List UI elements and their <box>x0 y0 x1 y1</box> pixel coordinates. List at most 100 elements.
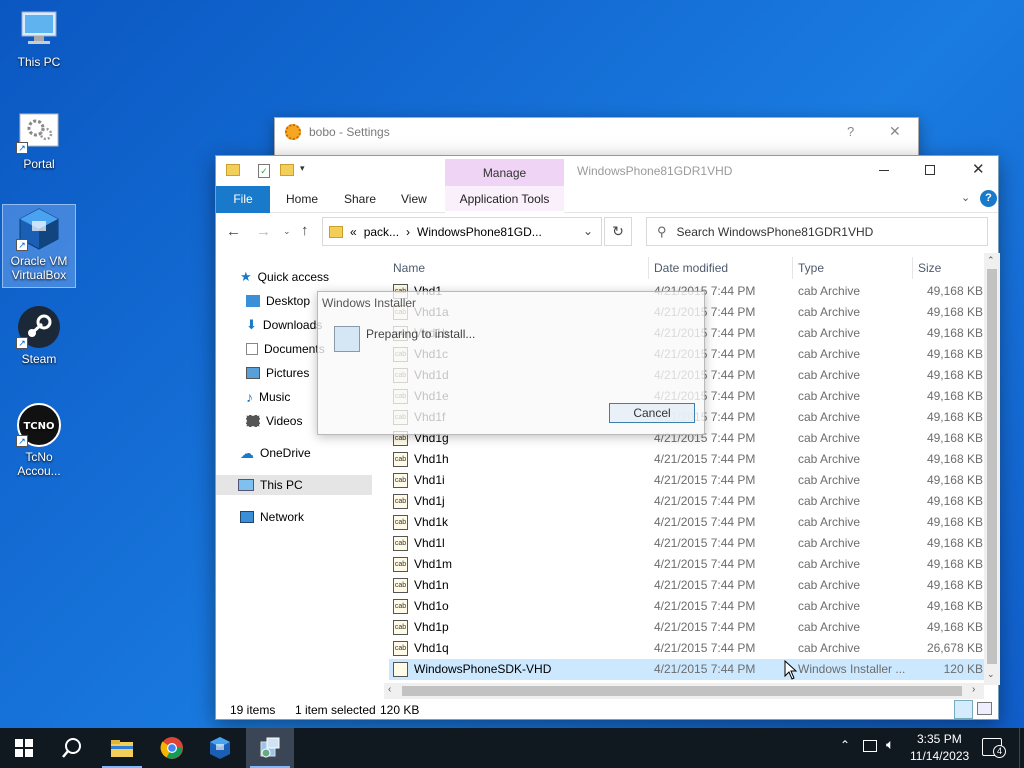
clock-date[interactable]: 11/14/2023 <box>910 749 969 763</box>
taskbar-windows-installer[interactable] <box>246 728 294 768</box>
new-folder-icon[interactable] <box>280 164 294 176</box>
desktop-icon-virtualbox[interactable]: ↗ Oracle VM VirtualBox <box>2 204 76 288</box>
properties-icon[interactable]: ✓ <box>258 164 270 178</box>
column-label: Type <box>798 261 825 275</box>
refresh-button[interactable]: ↻ <box>604 217 632 246</box>
column-header-size[interactable]: Size <box>912 257 992 279</box>
customize-toolbar-icon[interactable]: ▾ <box>300 163 305 174</box>
file-row[interactable]: cab Vhd1h 4/21/2015 7:44 PM cab Archive 49,1… <box>389 449 985 470</box>
folder-icon <box>329 225 343 238</box>
cancel-button[interactable]: Cancel <box>609 403 695 423</box>
volume-muted-icon[interactable]: 🔈︎ <box>886 736 894 753</box>
search-button[interactable] <box>48 728 96 768</box>
desktop-icon-portal[interactable]: ↗ Portal <box>4 110 74 176</box>
nav-desktop[interactable]: Desktop <box>246 291 310 311</box>
column-header-type[interactable]: Type <box>792 257 912 279</box>
column-header-date[interactable]: Date modified <box>648 257 792 279</box>
forward-button[interactable]: → <box>256 223 271 240</box>
file-type: cab Archive <box>798 347 861 361</box>
file-row[interactable]: cab Vhd1q 4/21/2015 7:44 PM cab Archive 26,6… <box>389 638 985 659</box>
show-desktop-button[interactable] <box>1019 728 1024 768</box>
tab-application-tools[interactable]: Application Tools <box>445 186 564 213</box>
vertical-scrollbar[interactable]: ⌃ ⌄ <box>984 253 1000 685</box>
back-button[interactable]: ← <box>226 223 241 240</box>
nav-label: This PC <box>260 478 303 492</box>
horizontal-scrollbar[interactable]: ‹ › <box>384 683 984 699</box>
file-explorer-window[interactable]: ✓ ▾ Manage WindowsPhone81GDR1VHD ✕ File … <box>215 155 1000 720</box>
details-view-icon[interactable] <box>954 700 973 719</box>
network-status-icon[interactable] <box>863 740 877 752</box>
address-segment-current[interactable]: WindowsPhone81GD... <box>417 225 542 239</box>
file-row[interactable]: cab Vhd1l 4/21/2015 7:44 PM cab Archive 49,1… <box>389 533 985 554</box>
search-box[interactable]: ⚲ Search WindowsPhone81GDR1VHD <box>646 217 988 246</box>
file-row[interactable]: WindowsPhoneSDK-VHD 4/21/2015 7:44 PM Wind… <box>389 659 985 680</box>
taskbar-file-explorer[interactable] <box>98 728 146 768</box>
address-segment-pack[interactable]: pack... <box>364 225 399 239</box>
desktop-icon-this-pc[interactable]: This PC <box>4 8 74 74</box>
column-header-name[interactable]: Name <box>393 257 648 279</box>
windows-installer-dialog[interactable]: Windows Installer Preparing to install..… <box>317 291 705 435</box>
desktop-icon-tcno[interactable]: TCNO ↗ TcNo Accou... <box>4 403 74 487</box>
file-size: 49,168 KB <box>926 326 983 340</box>
tab-file[interactable]: File <box>216 186 270 213</box>
file-row[interactable]: cab Vhd1o 4/21/2015 7:44 PM cab Archive 49,1… <box>389 596 985 617</box>
column-label: Size <box>918 261 942 275</box>
nav-pictures[interactable]: Pictures <box>246 363 309 383</box>
maximize-button[interactable] <box>925 165 935 175</box>
file-type: cab Archive <box>798 557 861 571</box>
tab-home[interactable]: Home <box>272 186 332 213</box>
close-button[interactable]: ✕ <box>889 123 901 140</box>
tab-manage-label: Manage <box>482 166 527 180</box>
nav-downloads[interactable]: ⬇ Downloads <box>246 315 322 335</box>
address-bar[interactable]: « pack... › WindowsPhone81GD... ⌄ <box>322 217 602 246</box>
explorer-titlebar[interactable]: ✓ ▾ Manage WindowsPhone81GDR1VHD ✕ <box>216 156 998 186</box>
file-row[interactable]: cab Vhd1p 4/21/2015 7:44 PM cab Archive 49,1… <box>389 617 985 638</box>
nav-music[interactable]: ♪ Music <box>246 387 290 407</box>
scroll-right-icon[interactable]: › <box>972 684 975 695</box>
nav-onedrive[interactable]: ☁ OneDrive <box>240 443 311 463</box>
search-placeholder: Search WindowsPhone81GDR1VHD <box>676 224 874 239</box>
nav-quick-access[interactable]: ★ Quick access <box>240 267 329 287</box>
music-icon: ♪ <box>246 389 253 405</box>
taskbar-chrome[interactable] <box>148 728 196 768</box>
help-button[interactable]: ? <box>847 124 854 139</box>
scrollbar-thumb[interactable] <box>402 686 962 696</box>
column-label: Name <box>393 261 426 275</box>
nav-network[interactable]: Network <box>240 507 304 527</box>
file-row[interactable]: cab Vhd1m 4/21/2015 7:44 PM cab Archive 49,1… <box>389 554 985 575</box>
minimize-button[interactable] <box>879 170 889 171</box>
nav-this-pc[interactable]: This PC <box>216 475 372 495</box>
nav-videos[interactable]: Videos <box>246 411 302 431</box>
nav-documents[interactable]: Documents <box>246 339 325 359</box>
notification-center-button[interactable]: 4 <box>982 738 1006 758</box>
clock-time[interactable]: 3:35 PM <box>917 732 962 746</box>
recent-locations-icon[interactable]: ⌄ <box>283 226 291 237</box>
mouse-cursor-icon <box>784 660 798 680</box>
file-row[interactable]: cab Vhd1j 4/21/2015 7:44 PM cab Archive 49,1… <box>389 491 985 512</box>
help-icon[interactable]: ? <box>980 190 997 207</box>
scroll-up-icon[interactable]: ⌃ <box>987 255 995 266</box>
file-row[interactable]: cab Vhd1i 4/21/2015 7:44 PM cab Archive 49,1… <box>389 470 985 491</box>
up-button[interactable]: ↑ <box>301 222 309 239</box>
expand-ribbon-icon[interactable]: ⌄ <box>961 191 970 204</box>
desktop-icon-steam[interactable]: ↗ Steam <box>4 305 74 371</box>
start-button[interactable] <box>0 728 48 768</box>
show-hidden-icons[interactable]: ⌃ <box>840 738 850 752</box>
windows-logo-icon <box>15 739 33 757</box>
taskbar-virtualbox[interactable] <box>196 728 244 768</box>
scrollbar-thumb[interactable] <box>987 269 997 664</box>
tab-view[interactable]: View <box>387 186 441 213</box>
file-row[interactable]: cab Vhd1k 4/21/2015 7:44 PM cab Archive 49,1… <box>389 512 985 533</box>
tab-share[interactable]: Share <box>330 186 390 213</box>
close-button[interactable]: ✕ <box>972 160 985 178</box>
large-icons-view-icon[interactable] <box>977 702 992 715</box>
scroll-left-icon[interactable]: ‹ <box>388 684 391 695</box>
tab-manage[interactable]: Manage <box>445 159 564 186</box>
file-row[interactable]: cab Vhd1n 4/21/2015 7:44 PM cab Archive 49,1… <box>389 575 985 596</box>
scroll-down-icon[interactable]: ⌄ <box>987 669 995 680</box>
file-size: 26,678 KB <box>926 641 983 655</box>
file-date: 4/21/2015 7:44 PM <box>654 620 756 634</box>
file-name-text: Vhd1j <box>414 494 445 508</box>
address-dropdown-icon[interactable]: ⌄ <box>583 224 593 238</box>
nav-label: OneDrive <box>260 446 311 460</box>
